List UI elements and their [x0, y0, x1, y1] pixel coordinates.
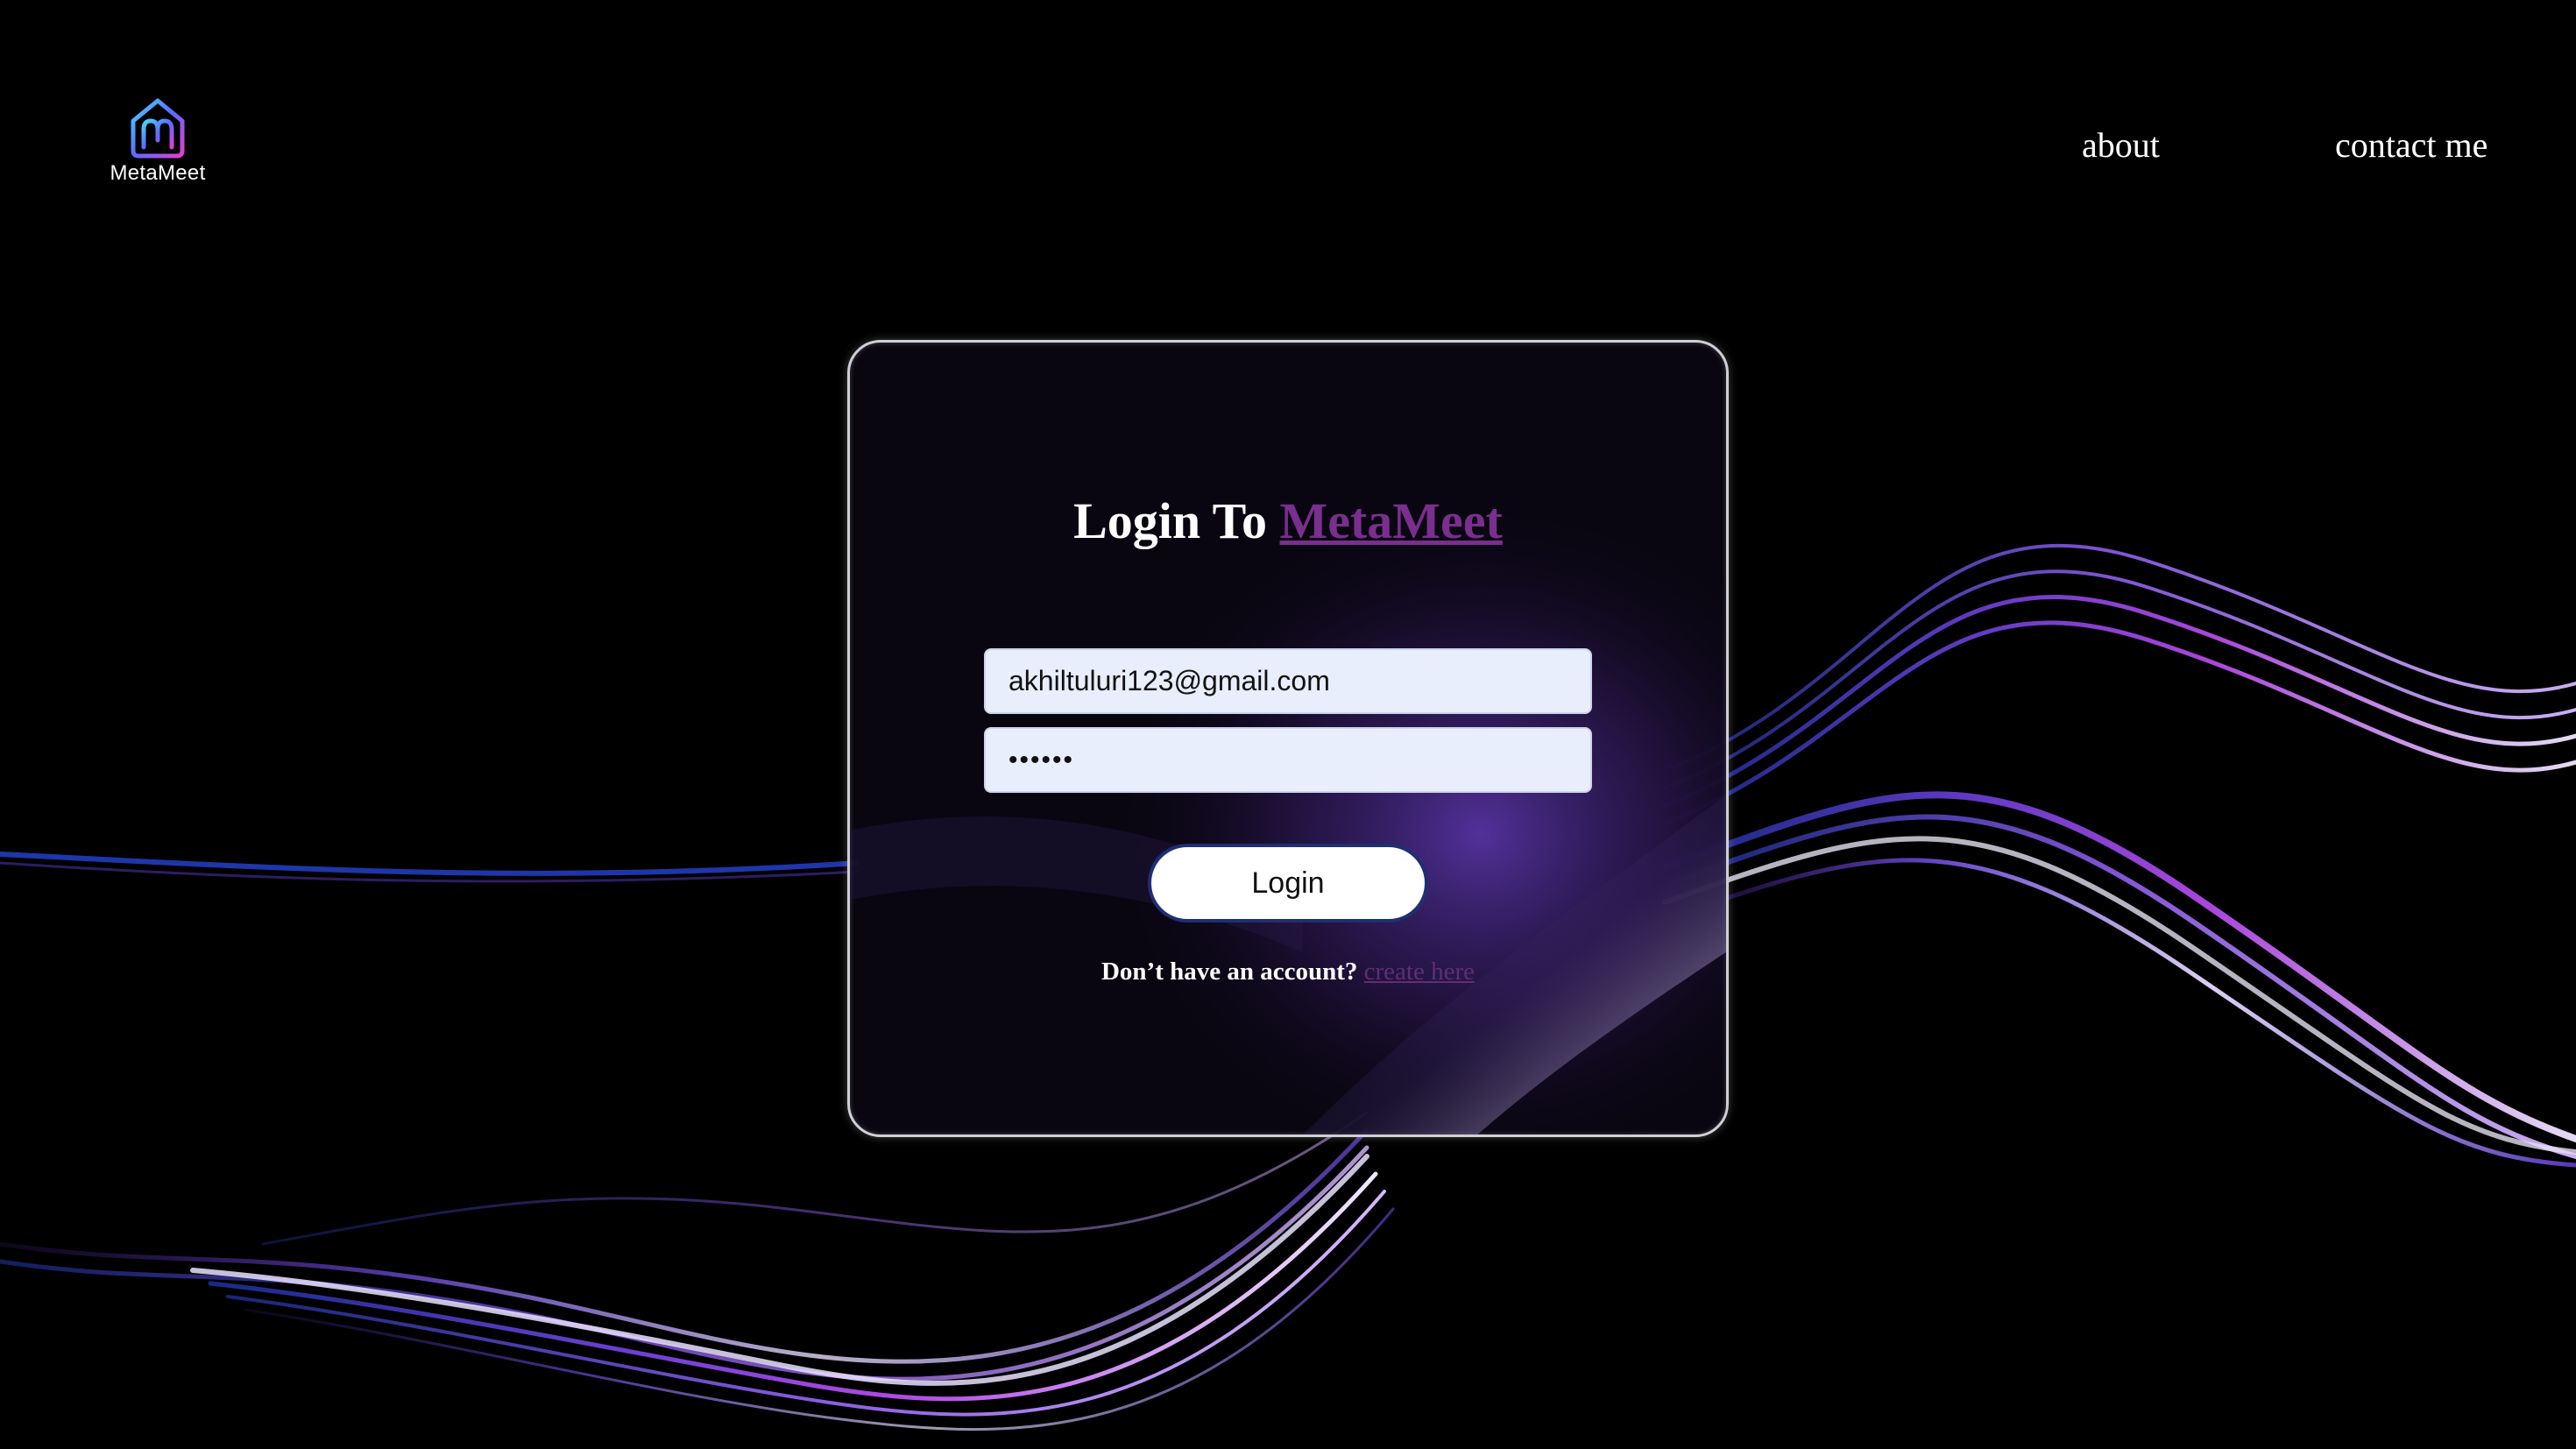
nav-about-link[interactable]: about — [2082, 124, 2160, 166]
logo[interactable]: MetaMeet — [105, 96, 210, 186]
signup-prompt-text: Don’t have an account? — [1100, 958, 1358, 986]
create-account-link[interactable]: create here — [1364, 958, 1475, 986]
login-title-prefix: Login To — [1073, 492, 1267, 549]
password-field[interactable] — [984, 727, 1592, 793]
email-field[interactable] — [984, 648, 1592, 714]
logo-text: MetaMeet — [110, 161, 206, 185]
nav-contact-link[interactable]: contact me — [2335, 124, 2488, 166]
login-title: Login To MetaMeet — [850, 491, 1726, 550]
signup-prompt-line: Don’t have an account? create here — [850, 958, 1726, 986]
brand-link[interactable]: MetaMeet — [1280, 492, 1503, 549]
login-card: Login To MetaMeet Login Don’t have an ac… — [847, 340, 1729, 1137]
login-button[interactable]: Login — [1148, 844, 1428, 922]
metameet-house-icon — [131, 98, 185, 159]
